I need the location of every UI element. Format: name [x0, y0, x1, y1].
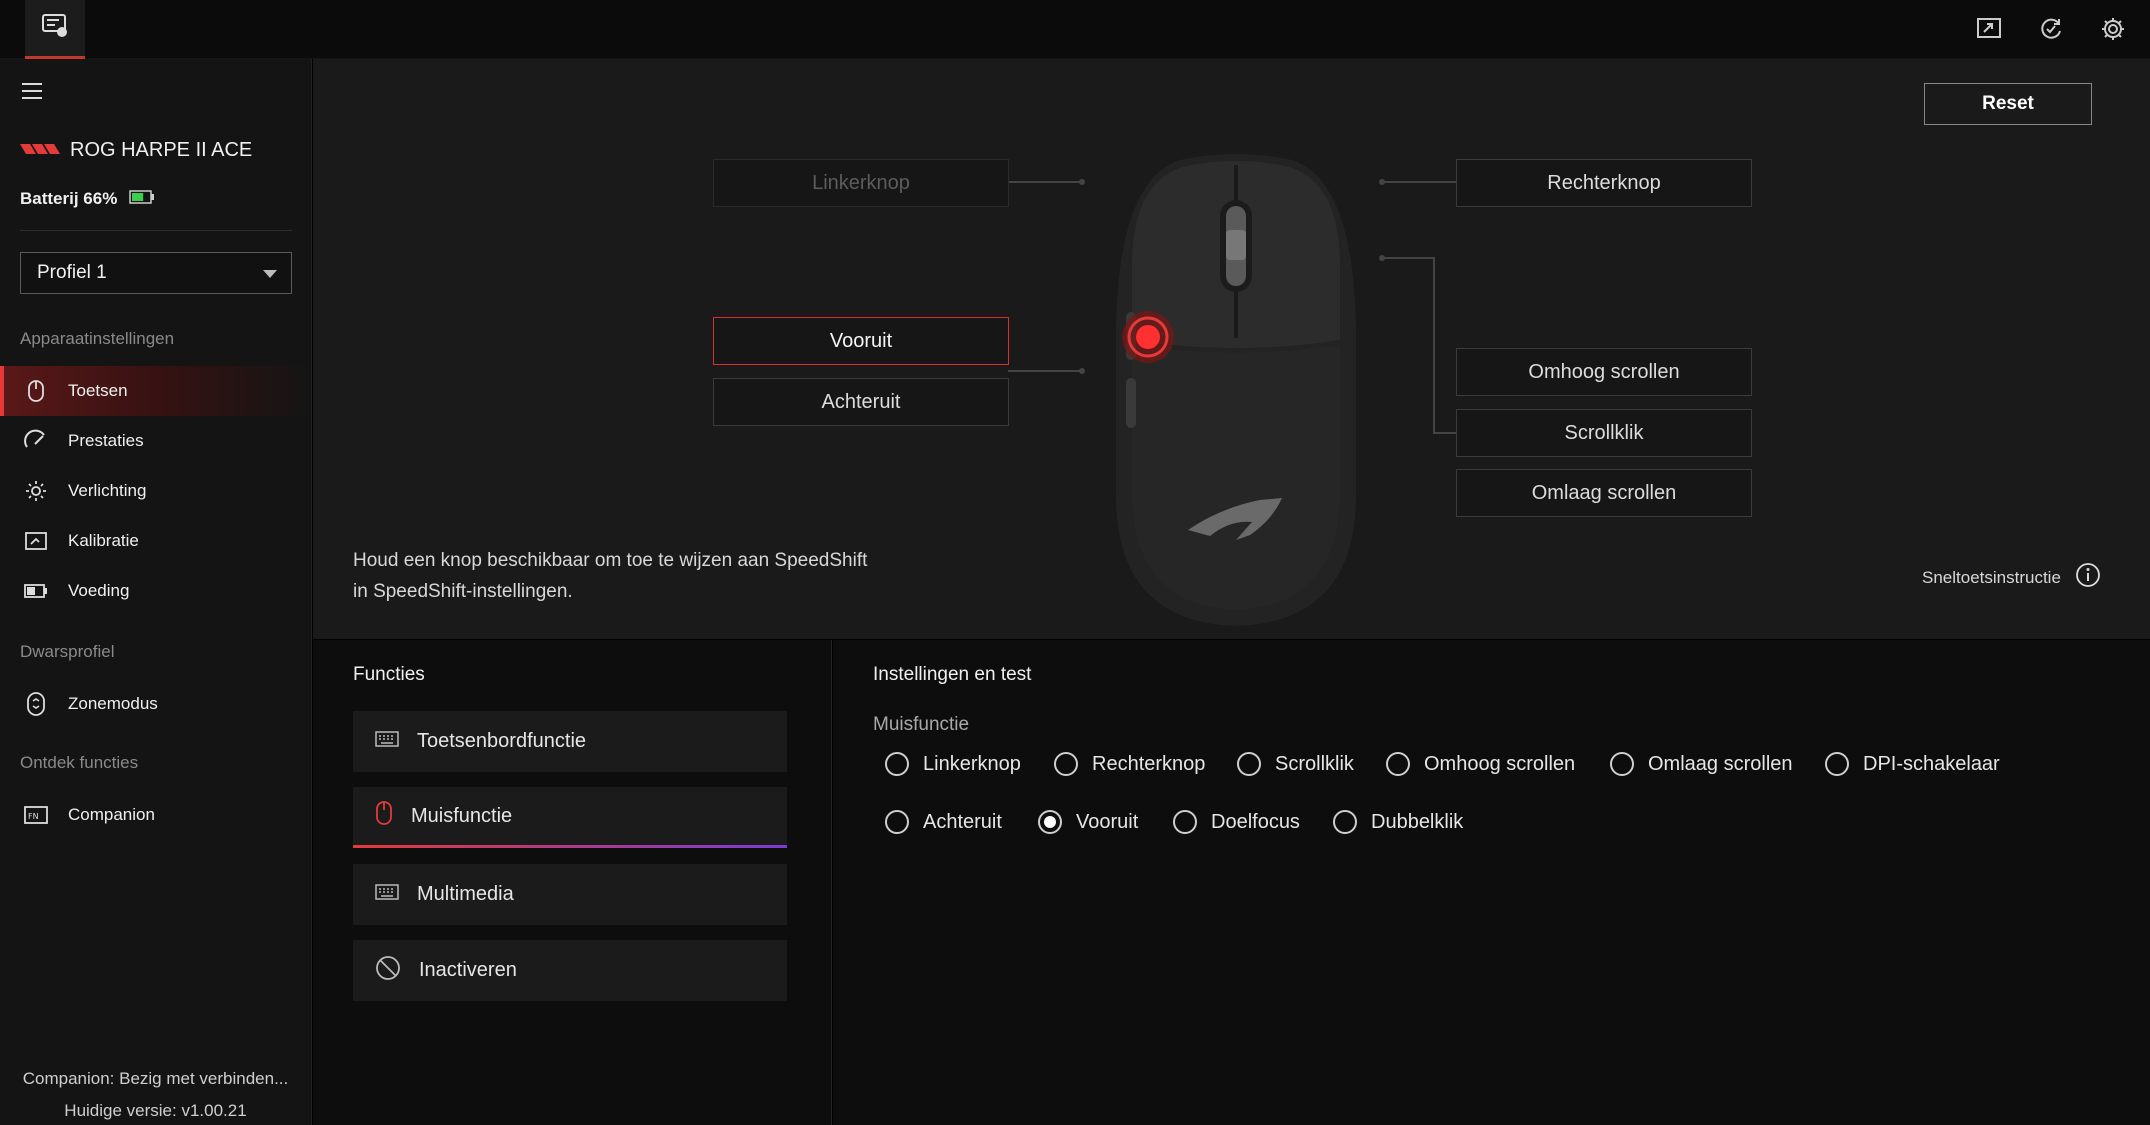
radio-linkerknop[interactable]: Linkerknop: [885, 752, 1021, 776]
mouse-function-subtitle: Muisfunctie: [873, 714, 970, 735]
radio-circle-checked: [1038, 810, 1062, 834]
radio-omhoog-scrollen[interactable]: Omhoog scrollen: [1386, 752, 1575, 776]
radio-dubbelklik[interactable]: Dubbelklik: [1333, 810, 1463, 834]
settings-title: Instellingen en test: [873, 664, 1032, 685]
mouse-button-right[interactable]: Rechterknop: [1456, 159, 1752, 207]
radio-achteruit[interactable]: Achteruit: [885, 810, 1002, 834]
radio-circle: [1054, 752, 1078, 776]
radio-dpi-schakelaar[interactable]: DPI-schakelaar: [1825, 752, 2000, 776]
function-disable[interactable]: Inactiveren: [353, 940, 787, 1001]
function-label: Muisfunctie: [411, 804, 513, 827]
keyboard-icon: [375, 730, 399, 754]
radio-circle: [1386, 752, 1410, 776]
mouse-button-forward[interactable]: Vooruit: [713, 317, 1009, 365]
mouse-button-scroll-up[interactable]: Omhoog scrollen: [1456, 348, 1752, 396]
shortcut-help-link[interactable]: Sneltoetsinstructie: [1922, 562, 2101, 593]
function-mouse[interactable]: Muisfunctie: [353, 787, 787, 848]
disable-icon: [375, 955, 401, 987]
function-label: Multimedia: [417, 883, 514, 905]
radio-circle: [1610, 752, 1634, 776]
mouse-button-scroll-down[interactable]: Omlaag scrollen: [1456, 469, 1752, 517]
function-keyboard[interactable]: Toetsenbordfunctie: [353, 711, 787, 772]
radio-circle: [1237, 752, 1261, 776]
radio-circle: [885, 752, 909, 776]
mouse-icon: [375, 800, 393, 832]
mouse-button-left[interactable]: Linkerknop: [713, 159, 1009, 207]
function-multimedia[interactable]: Multimedia: [353, 864, 787, 925]
radio-omlaag-scrollen[interactable]: Omlaag scrollen: [1610, 752, 1793, 776]
mouse-button-back[interactable]: Achteruit: [713, 378, 1009, 426]
radio-circle: [1825, 752, 1849, 776]
function-label: Toetsenbordfunctie: [417, 730, 587, 752]
shortcut-help-label: Sneltoetsinstructie: [1922, 567, 2061, 587]
radio-rechterknop[interactable]: Rechterknop: [1054, 752, 1205, 776]
radio-circle: [1333, 810, 1357, 834]
settings-panel: [833, 640, 2150, 1125]
radio-vooruit[interactable]: Vooruit: [1038, 810, 1138, 834]
mouse-button-scroll-click[interactable]: Scrollklik: [1456, 409, 1752, 457]
functions-title: Functies: [353, 664, 425, 685]
speedshift-hint: Houd een knop beschikbaar om toe te wijz…: [353, 550, 868, 602]
multimedia-keyboard-icon: [375, 883, 399, 907]
function-label: Inactiveren: [419, 959, 517, 981]
radio-circle: [885, 810, 909, 834]
radio-doelfocus[interactable]: Doelfocus: [1173, 810, 1300, 834]
info-icon: [2075, 562, 2101, 593]
radio-circle: [1173, 810, 1197, 834]
radio-scrollklik[interactable]: Scrollklik: [1237, 752, 1354, 776]
